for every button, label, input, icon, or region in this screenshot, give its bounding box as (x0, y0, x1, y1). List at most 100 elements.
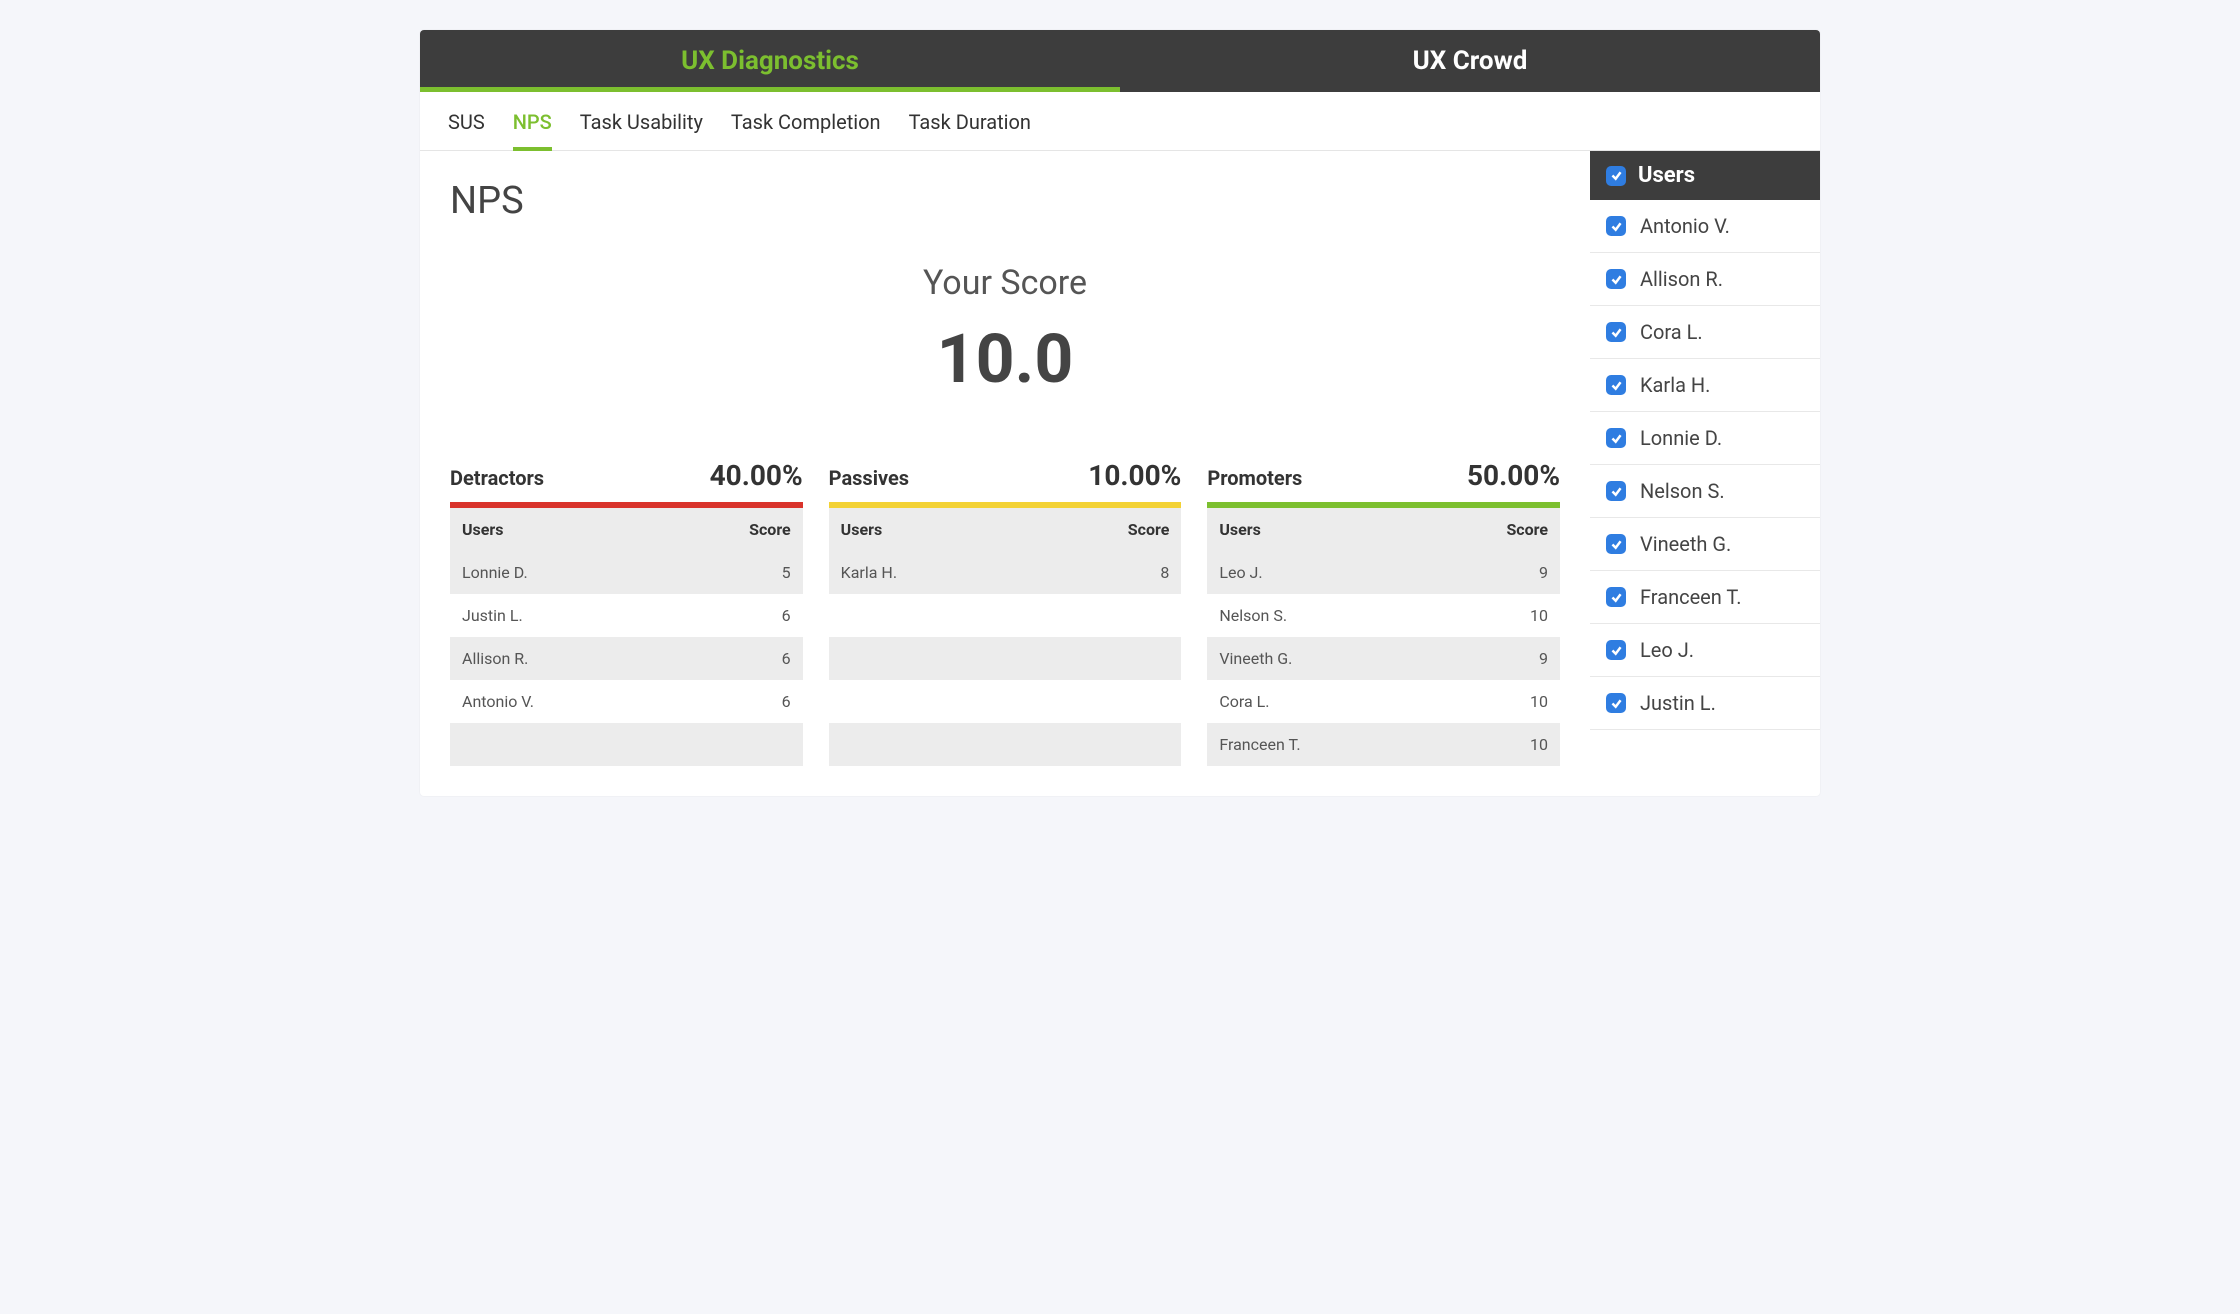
user-item-label: Antonio V. (1640, 214, 1730, 238)
checkbox-icon[interactable] (1606, 481, 1626, 501)
checkbox-icon[interactable] (1606, 166, 1626, 186)
table-row: Lonnie D.5 (450, 551, 803, 594)
checkbox-icon[interactable] (1606, 587, 1626, 607)
table-row: Antonio V.6 (450, 680, 803, 723)
cell-score: 10 (1425, 594, 1560, 637)
cell-user: Lonnie D. (450, 551, 659, 594)
users-sidebar-title: Users (1638, 163, 1695, 188)
cell-user (829, 723, 1023, 766)
cell-user (829, 680, 1023, 723)
score-block: Your Score 10.0 (450, 263, 1560, 399)
group-title: Promoters (1207, 466, 1302, 490)
group-percentage: 40.00% (710, 459, 803, 492)
table-row: Allison R.6 (450, 637, 803, 680)
table-row: Leo J.9 (1207, 551, 1560, 594)
group-table: UsersScoreLeo J.9Nelson S.10Vineeth G.9C… (1207, 508, 1560, 766)
subtab-nps[interactable]: NPS (513, 110, 552, 150)
group-percentage: 50.00% (1467, 459, 1560, 492)
cell-user: Karla H. (829, 551, 1023, 594)
table-row: Justin L.6 (450, 594, 803, 637)
table-row: Franceen T.10 (1207, 723, 1560, 766)
user-item[interactable]: Karla H. (1590, 359, 1820, 412)
user-item-label: Leo J. (1640, 638, 1694, 662)
subtab-bar: SUS NPS Task Usability Task Completion Task … (420, 92, 1820, 151)
table-row (829, 594, 1182, 637)
user-item-label: Lonnie D. (1640, 426, 1722, 450)
user-item[interactable]: Lonnie D. (1590, 412, 1820, 465)
column-header-score: Score (659, 508, 802, 551)
cell-user: Leo J. (1207, 551, 1424, 594)
users-sidebar: Users Antonio V. Allison R. Cora L. Karla H… (1590, 151, 1820, 796)
users-sidebar-header[interactable]: Users (1590, 151, 1820, 200)
table-row: Vineeth G.9 (1207, 637, 1560, 680)
user-item-label: Vineeth G. (1640, 532, 1731, 556)
cell-score (1023, 594, 1181, 637)
cell-user: Nelson S. (1207, 594, 1424, 637)
checkbox-icon[interactable] (1606, 534, 1626, 554)
subtab-sus[interactable]: SUS (448, 110, 485, 150)
group-table: UsersScoreKarla H.8 (829, 508, 1182, 766)
group-header: Detractors 40.00% (450, 459, 803, 502)
subtab-task-duration[interactable]: Task Duration (909, 110, 1031, 150)
user-item[interactable]: Nelson S. (1590, 465, 1820, 518)
checkbox-icon[interactable] (1606, 693, 1626, 713)
cell-user: Vineeth G. (1207, 637, 1424, 680)
cell-score: 5 (659, 551, 802, 594)
score-label: Your Score (450, 263, 1560, 303)
group-header: Promoters 50.00% (1207, 459, 1560, 502)
cell-user: Antonio V. (450, 680, 659, 723)
user-item-label: Nelson S. (1640, 479, 1725, 503)
group-promoters: Promoters 50.00% UsersScoreLeo J.9Nelson S… (1207, 459, 1560, 766)
group-table: UsersScoreLonnie D.5Justin L.6Allison R.… (450, 508, 803, 766)
score-value: 10.0 (450, 319, 1560, 399)
topbar: UX DiagnosticsUX Crowd (420, 30, 1820, 92)
main-panel: NPS Your Score 10.0 Detractors40.00%User… (420, 151, 1590, 796)
cell-score (659, 723, 802, 766)
checkbox-icon[interactable] (1606, 428, 1626, 448)
user-list: Antonio V. Allison R. Cora L. Karla H. Lonni… (1590, 200, 1820, 730)
table-row (829, 637, 1182, 680)
checkbox-icon[interactable] (1606, 375, 1626, 395)
group-header: Passives 10.00% (829, 459, 1182, 502)
user-item-label: Karla H. (1640, 373, 1710, 397)
subtab-task-completion[interactable]: Task Completion (731, 110, 881, 150)
group-title: Passives (829, 466, 909, 490)
user-item-label: Allison R. (1640, 267, 1723, 291)
nps-groups: Detractors40.00%UsersScoreLonnie D.5Just… (450, 459, 1560, 766)
checkbox-icon[interactable] (1606, 269, 1626, 289)
cell-user: Franceen T. (1207, 723, 1424, 766)
subtab-task-usability[interactable]: Task Usability (580, 110, 703, 150)
user-item[interactable]: Allison R. (1590, 253, 1820, 306)
checkbox-icon[interactable] (1606, 322, 1626, 342)
checkbox-icon[interactable] (1606, 216, 1626, 236)
app-frame: UX DiagnosticsUX Crowd SUS NPS Task Usabil… (420, 30, 1820, 796)
column-header-users: Users (829, 508, 1023, 551)
user-item[interactable]: Vineeth G. (1590, 518, 1820, 571)
user-item[interactable]: Cora L. (1590, 306, 1820, 359)
cell-user (829, 637, 1023, 680)
user-item-label: Cora L. (1640, 320, 1703, 344)
table-row (829, 723, 1182, 766)
cell-score (1023, 723, 1181, 766)
group-percentage: 10.00% (1088, 459, 1181, 492)
cell-score: 6 (659, 680, 802, 723)
user-item[interactable]: Leo J. (1590, 624, 1820, 677)
column-header-users: Users (1207, 508, 1424, 551)
cell-user: Cora L. (1207, 680, 1424, 723)
column-header-users: Users (450, 508, 659, 551)
user-item[interactable]: Justin L. (1590, 677, 1820, 730)
topbar-tab-ux-crowd[interactable]: UX Crowd (1120, 30, 1820, 92)
topbar-tab-ux-diagnostics[interactable]: UX Diagnostics (420, 30, 1120, 92)
cell-user (450, 723, 659, 766)
user-item[interactable]: Franceen T. (1590, 571, 1820, 624)
column-header-score: Score (1023, 508, 1181, 551)
group-title: Detractors (450, 466, 544, 490)
table-row (450, 723, 803, 766)
cell-score (1023, 637, 1181, 680)
cell-score: 9 (1425, 637, 1560, 680)
checkbox-icon[interactable] (1606, 640, 1626, 660)
table-row (829, 680, 1182, 723)
group-detractors: Detractors 40.00% UsersScoreLonnie D.5Just… (450, 459, 803, 766)
cell-score (1023, 680, 1181, 723)
user-item[interactable]: Antonio V. (1590, 200, 1820, 253)
